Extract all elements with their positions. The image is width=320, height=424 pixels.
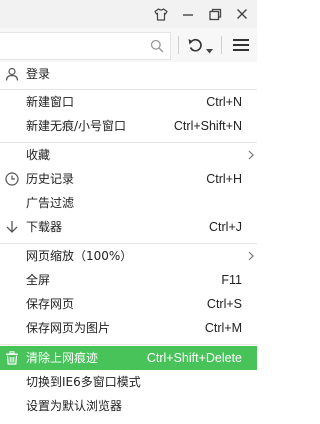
toolbar-separator: [178, 36, 179, 54]
shirt-skin-icon[interactable]: [150, 4, 172, 24]
menu-item-label: 设置为默认浏览器: [26, 399, 123, 413]
menu-item-label: 保存网页: [26, 297, 75, 311]
menu-item-new-incognito-window[interactable]: 新建无痕/小号窗口 Ctrl+Shift+N: [0, 114, 257, 138]
menu-item-downloads[interactable]: 下载器 Ctrl+J: [0, 215, 257, 239]
menu-item-label: 全屏: [26, 273, 51, 287]
menu-item-shortcut: Ctrl+Shift+N: [173, 119, 242, 133]
menu-item-label: 清除上网痕迹: [26, 351, 99, 365]
trash-icon: [6, 351, 18, 365]
menu-item-label: 保存网页为图片: [26, 321, 111, 335]
menu-item-label: 历史记录: [26, 172, 75, 186]
menu-item-label: 下载器: [26, 220, 63, 234]
menu-item-default-browser[interactable]: 设置为默认浏览器: [0, 394, 257, 418]
search-icon[interactable]: [150, 39, 164, 53]
title-bar: [0, 0, 257, 28]
minimize-icon[interactable]: [177, 4, 199, 24]
user-icon: [5, 67, 19, 81]
menu-item-label: 广告过滤: [26, 196, 75, 210]
menu-item-shortcut: F11: [221, 273, 242, 287]
dropdown-icon[interactable]: [206, 43, 213, 57]
menu-item-label: 新建无痕/小号窗口: [26, 119, 127, 133]
menu-item-shortcut: Ctrl+S: [206, 297, 242, 311]
menu-item-ie6-mode[interactable]: 切换到IE6多窗口模式: [0, 370, 257, 394]
menu-item-shortcut: Ctrl+J: [209, 220, 242, 234]
menu-item-label: 登录: [26, 67, 51, 81]
menu-item-save-page[interactable]: 保存网页 Ctrl+S: [0, 292, 257, 316]
menu-item-label: 切换到IE6多窗口模式: [26, 375, 141, 389]
toolbar-separator: [221, 36, 222, 54]
menu-item-new-window[interactable]: 新建窗口 Ctrl+N: [0, 90, 257, 114]
menu-item-shortcut: Ctrl+H: [206, 172, 242, 186]
chevron-right-icon: [248, 150, 254, 160]
menu-item-history[interactable]: 历史记录 Ctrl+H: [0, 167, 257, 191]
address-bar[interactable]: [0, 32, 171, 60]
menu-item-clear-traces[interactable]: 清除上网痕迹 Ctrl+Shift+Delete: [0, 346, 257, 370]
menu-divider: [0, 344, 257, 345]
menu-item-fullscreen[interactable]: 全屏 F11: [0, 268, 257, 292]
undo-icon[interactable]: [187, 37, 203, 56]
menu-item-favorites[interactable]: 收藏: [0, 143, 257, 167]
menu-item-ad-filter[interactable]: 广告过滤: [0, 191, 257, 215]
toolbar: [0, 28, 257, 63]
menu-item-label: 网页缩放（100%）: [26, 249, 133, 263]
menu-icon[interactable]: [233, 38, 249, 55]
menu-item-zoom[interactable]: 网页缩放（100%）: [0, 244, 257, 268]
menu-item-shortcut: Ctrl+Shift+Delete: [146, 351, 242, 365]
restore-icon[interactable]: [204, 4, 226, 24]
menu-item-shortcut: Ctrl+M: [204, 321, 242, 335]
menu-item-shortcut: Ctrl+N: [206, 95, 242, 109]
download-arrow-icon: [6, 221, 18, 233]
close-icon[interactable]: [231, 4, 253, 24]
menu-item-save-as-image[interactable]: 保存网页为图片 Ctrl+M: [0, 316, 257, 340]
menu-item-login[interactable]: 登录: [0, 62, 257, 86]
main-menu: 登录 新建窗口 Ctrl+N 新建无痕/小号窗口 Ctrl+Shift+N 收藏…: [0, 62, 257, 424]
clock-icon: [5, 172, 19, 186]
menu-item-label: 新建窗口: [26, 95, 75, 109]
chevron-right-icon: [248, 251, 254, 261]
menu-item-label: 收藏: [26, 148, 51, 162]
